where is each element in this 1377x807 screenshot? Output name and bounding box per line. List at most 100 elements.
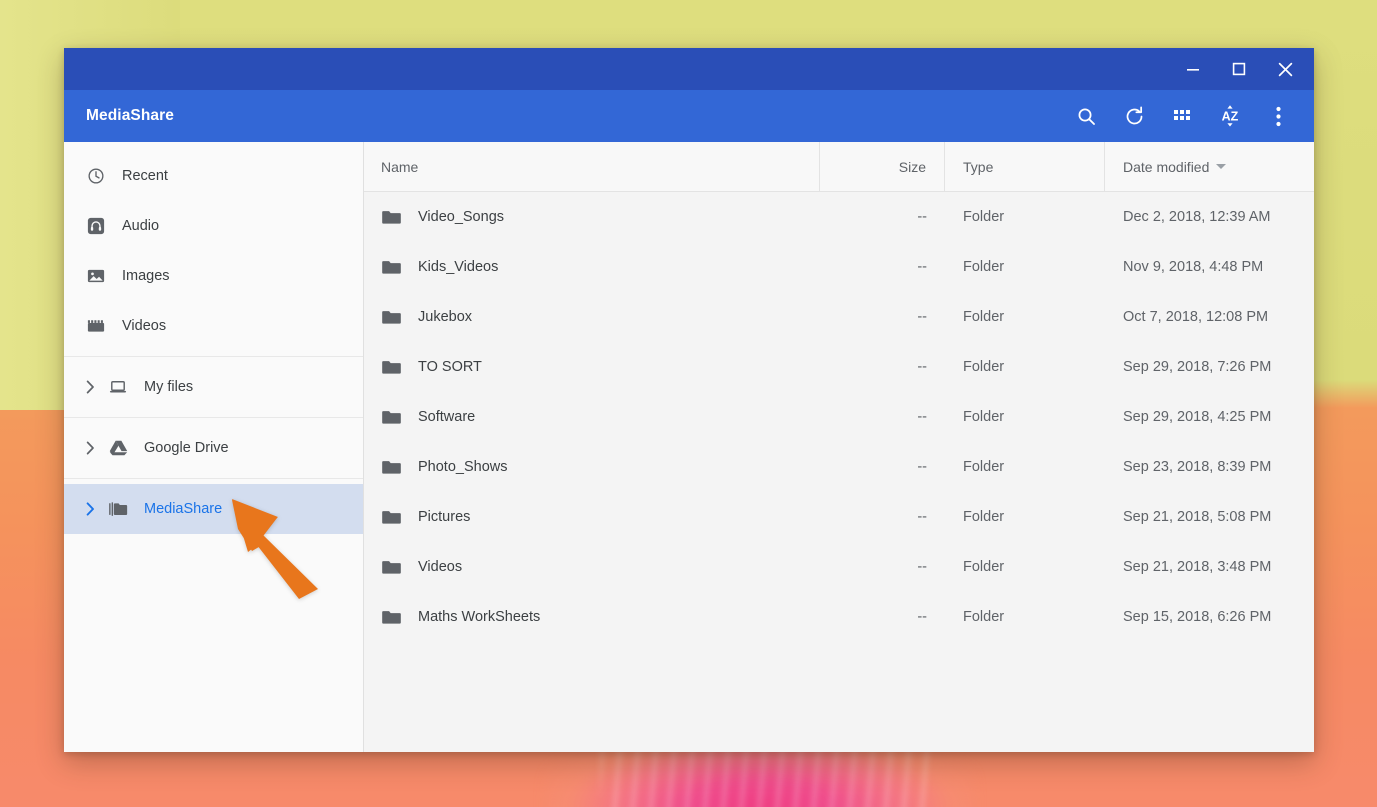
column-header-name[interactable]: Name [364,142,820,191]
refresh-icon [1126,106,1142,124]
sidebar-item-google-drive[interactable]: Google Drive [64,423,363,473]
page-title: MediaShare [86,107,175,124]
chevron-right-icon[interactable] [86,441,108,455]
laptop-icon [108,377,128,397]
table-row[interactable]: Video_Songs -- Folder Dec 2, 2018, 12:39… [364,192,1314,242]
nav-group-media: Recent Audio Images Videos [64,146,363,356]
cell-type: Folder [963,209,1005,225]
cell-date-modified: Sep 23, 2018, 8:39 PM [1123,459,1272,475]
folder-icon [381,457,401,477]
cell-date-modified: Sep 21, 2018, 5:08 PM [1123,509,1272,525]
video-icon [86,316,106,336]
file-name: Video_Songs [418,209,505,225]
column-label: Date modified [1123,158,1210,175]
cell-name: Photo_Shows [364,457,820,477]
shared-folder-icon [108,499,128,519]
column-label: Size [898,158,926,175]
window-titlebar [64,48,1314,90]
files-app-window: MediaShare AZ Recent Audio Images Videos… [64,48,1314,752]
folder-icon [381,307,401,327]
file-name: Videos [418,559,463,575]
minimize-button[interactable] [1170,48,1216,90]
sidebar-item-label: MediaShare [144,501,223,517]
cell-name: Video_Songs [364,207,820,227]
cell-name: Jukebox [364,307,820,327]
nav-group-google-drive: Google Drive [64,417,363,478]
table-row[interactable]: Maths WorkSheets -- Folder Sep 15, 2018,… [364,592,1314,642]
sort-az-button[interactable]: AZ [1208,94,1252,138]
folder-icon [381,407,401,427]
sidebar-item-label: Videos [122,318,167,334]
file-name: Software [418,409,476,425]
folder-icon [381,507,401,527]
cell-type: Folder [963,609,1005,625]
sort-descending-icon [1216,164,1227,169]
search-icon [1078,108,1095,125]
clock-icon [86,166,106,186]
table-row[interactable]: Photo_Shows -- Folder Sep 23, 2018, 8:39… [364,442,1314,492]
navigation-sidebar: Recent Audio Images Videos My files Goog… [64,142,364,752]
cell-date-modified: Sep 29, 2018, 7:26 PM [1123,359,1272,375]
cell-size: -- [917,409,927,425]
folder-icon [381,607,401,627]
folder-icon [381,557,401,577]
column-label: Name [381,158,419,175]
table-row[interactable]: Software -- Folder Sep 29, 2018, 4:25 PM [364,392,1314,442]
column-label: Type [963,158,994,175]
file-name: Maths WorkSheets [418,609,541,625]
sidebar-item-my-files[interactable]: My files [64,362,363,412]
desktop-background: MediaShare AZ Recent Audio Images Videos… [0,0,1377,807]
cell-type: Folder [963,259,1005,275]
cell-date-modified: Nov 9, 2018, 4:48 PM [1123,259,1264,275]
cell-size: -- [917,509,927,525]
sidebar-item-recent[interactable]: Recent [64,151,363,201]
sidebar-item-audio[interactable]: Audio [64,201,363,251]
table-row[interactable]: Jukebox -- Folder Oct 7, 2018, 12:08 PM [364,292,1314,342]
svg-text:AZ: AZ [1222,109,1239,123]
maximize-button[interactable] [1216,48,1262,90]
cell-name: Pictures [364,507,820,527]
column-header-type[interactable]: Type [945,142,1105,191]
google-drive-icon [108,438,128,458]
cell-size: -- [917,459,927,475]
sort-az-icon: AZ [1222,105,1239,127]
minimize-icon [1187,69,1199,71]
cell-name: Videos [364,557,820,577]
cell-date-modified: Dec 2, 2018, 12:39 AM [1123,209,1271,225]
file-name: Jukebox [418,309,473,325]
refresh-button[interactable] [1112,94,1156,138]
cell-name: Software [364,407,820,427]
image-icon [86,266,106,286]
file-name: Pictures [418,509,471,525]
cell-date-modified: Sep 21, 2018, 3:48 PM [1123,559,1272,575]
audio-icon [86,216,106,236]
table-row[interactable]: TO SORT -- Folder Sep 29, 2018, 7:26 PM [364,342,1314,392]
table-row[interactable]: Videos -- Folder Sep 21, 2018, 3:48 PM [364,542,1314,592]
more-options-button[interactable] [1256,94,1300,138]
cell-type: Folder [963,309,1005,325]
cell-date-modified: Oct 7, 2018, 12:08 PM [1123,309,1269,325]
sidebar-item-label: Audio [122,218,160,234]
folder-icon [381,207,401,227]
chevron-right-icon[interactable] [86,380,108,394]
grid-view-button[interactable] [1160,94,1204,138]
column-header-size[interactable]: Size [820,142,945,191]
table-row[interactable]: Pictures -- Folder Sep 21, 2018, 5:08 PM [364,492,1314,542]
cell-size: -- [917,359,927,375]
sidebar-item-label: Images [122,268,170,284]
cell-type: Folder [963,359,1005,375]
column-header-date-modified[interactable]: Date modified [1105,142,1314,191]
sidebar-item-videos[interactable]: Videos [64,301,363,351]
maximize-icon [1232,62,1246,76]
search-button[interactable] [1064,94,1108,138]
chevron-right-icon[interactable] [86,502,108,516]
folder-icon [381,257,401,277]
close-button[interactable] [1262,48,1308,90]
sidebar-item-images[interactable]: Images [64,251,363,301]
sidebar-item-mediashare[interactable]: MediaShare [64,484,363,534]
table-row[interactable]: Kids_Videos -- Folder Nov 9, 2018, 4:48 … [364,242,1314,292]
cell-size: -- [917,259,927,275]
sidebar-item-label: Recent [122,168,168,184]
cell-type: Folder [963,559,1005,575]
nav-group-my-files: My files [64,356,363,417]
